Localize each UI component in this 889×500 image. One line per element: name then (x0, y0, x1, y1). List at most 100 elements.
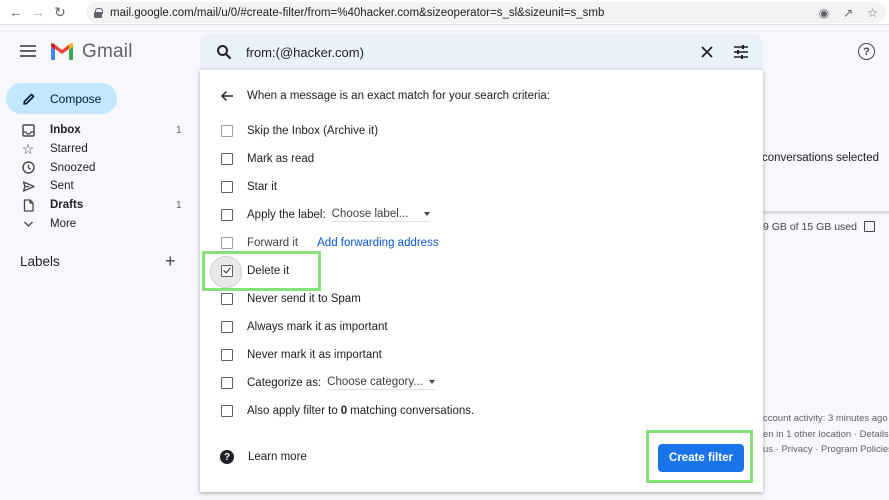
address-bar[interactable]: mail.google.com/mail/u/0/#create-filter/… (86, 2, 886, 23)
create-filter-panel: When a message is an exact match for you… (200, 70, 763, 492)
external-link-icon[interactable] (864, 221, 875, 232)
draft-icon (21, 198, 35, 212)
checkbox[interactable] (221, 321, 233, 333)
option-forward[interactable]: Forward it Add forwarding address (221, 234, 439, 252)
reload-icon[interactable]: ↻ (49, 1, 71, 23)
gmail-logo-icon (51, 43, 73, 60)
bookmark-star-icon[interactable]: ☆ (867, 6, 878, 20)
option-label: Forward it (247, 237, 299, 249)
option-label: Categorize as: (247, 377, 322, 389)
select-value: Choose label... (331, 208, 409, 220)
option-label: Always mark it as important (247, 321, 388, 333)
storage-bar (763, 211, 889, 214)
checkbox[interactable] (221, 181, 233, 193)
app-name: Gmail (82, 41, 133, 62)
help-circle-icon: ? (220, 450, 234, 464)
option-label-prefix: Also apply filter to (247, 405, 338, 417)
clock-icon (21, 161, 35, 175)
sidebar-item-drafts[interactable]: Drafts 1 (0, 196, 195, 215)
option-label: Skip the Inbox (Archive it) (247, 125, 379, 137)
help-icon[interactable]: ? (858, 43, 875, 60)
option-label-suffix: matching conversations. (350, 405, 475, 417)
category-select[interactable]: Choose category... (327, 376, 435, 390)
option-apply-existing[interactable]: Also apply filter to 0 matching conversa… (221, 402, 474, 420)
extension-icon[interactable]: ◉ (819, 6, 829, 20)
sidebar-item-label: Starred (50, 143, 88, 156)
unread-count: 1 (176, 124, 182, 136)
sidebar-item-label: Snoozed (50, 161, 96, 174)
send-icon (21, 179, 35, 193)
dropdown-caret-icon (424, 212, 431, 216)
learn-more-label: Learn more (248, 451, 307, 463)
option-categorize[interactable]: Categorize as: Choose category... (221, 374, 435, 392)
checkbox[interactable] (221, 405, 233, 417)
learn-more-link[interactable]: ? Learn more (220, 450, 307, 464)
dropdown-caret-icon (428, 380, 435, 384)
option-never-spam[interactable]: Never send it to Spam (221, 290, 361, 308)
activity-location[interactable]: en in 1 other location · Details (763, 429, 889, 440)
footer-links[interactable]: us · Privacy · Program Policies (763, 444, 889, 455)
add-forwarding-address-link[interactable]: Add forwarding address (317, 237, 438, 249)
selection-status: conversations selected (762, 152, 879, 164)
sidebar-item-label: Inbox (50, 124, 81, 137)
browser-toolbar: ← → ↻ mail.google.com/mail/u/0/#create-f… (0, 0, 889, 25)
sidebar-item-starred[interactable]: ☆ Starred (0, 140, 195, 159)
add-label-button[interactable]: + (165, 252, 176, 270)
option-mark-read[interactable]: Mark as read (221, 150, 314, 168)
checkbox[interactable] (221, 293, 233, 305)
option-skip-inbox[interactable]: Skip the Inbox (Archive it) (221, 122, 378, 140)
search-options-icon[interactable] (732, 43, 750, 61)
forward-icon[interactable]: → (27, 1, 49, 23)
panel-heading: When a message is an exact match for you… (247, 90, 550, 102)
sidebar-item-label: Sent (50, 180, 74, 193)
option-delete-it[interactable]: Delete it (221, 262, 289, 280)
checkbox[interactable] (221, 237, 233, 249)
checkbox[interactable] (221, 349, 233, 361)
chevron-down-icon (21, 217, 35, 231)
option-label: Delete it (247, 265, 290, 277)
checkbox[interactable] (221, 209, 233, 221)
close-icon[interactable] (698, 43, 716, 61)
checkbox-checked[interactable] (221, 265, 233, 277)
back-arrow-icon[interactable] (220, 89, 234, 103)
checkbox[interactable] (221, 153, 233, 165)
compose-label: Compose (50, 91, 102, 106)
option-star-it[interactable]: Star it (221, 178, 277, 196)
sidebar-item-more[interactable]: More (0, 214, 195, 233)
labels-heading: Labels (20, 254, 60, 269)
checkbox[interactable] (221, 377, 233, 389)
label-select[interactable]: Choose label... (331, 208, 431, 222)
search-bar[interactable]: from:(@hacker.com) (200, 34, 763, 70)
option-apply-label[interactable]: Apply the label: Choose label... (221, 206, 431, 224)
draft-count: 1 (176, 199, 182, 211)
option-label: Never send it to Spam (247, 293, 361, 305)
search-input[interactable]: from:(@hacker.com) (246, 45, 364, 60)
url-text: mail.google.com/mail/u/0/#create-filter/… (110, 6, 605, 19)
pencil-icon (23, 93, 35, 105)
lock-icon (94, 8, 103, 18)
sidebar-item-snoozed[interactable]: Snoozed (0, 158, 195, 177)
search-icon[interactable] (216, 44, 232, 60)
storage-usage: 9 GB of 15 GB used (763, 221, 857, 233)
sidebar-item-label: More (50, 217, 77, 230)
create-filter-button[interactable]: Create filter (658, 444, 744, 472)
sidebar-item-label: Drafts (50, 199, 84, 212)
option-label: Never mark it as important (247, 349, 382, 361)
panel-header: When a message is an exact match for you… (220, 89, 550, 103)
account-activity: ccount activity: 3 minutes ago (763, 413, 888, 424)
sidebar-item-sent[interactable]: Sent (0, 177, 195, 196)
main-menu-icon[interactable] (20, 45, 36, 57)
compose-button[interactable]: Compose (6, 83, 117, 114)
matching-count: 0 (340, 405, 348, 417)
share-icon[interactable]: ↗ (843, 6, 853, 20)
option-never-important[interactable]: Never mark it as important (221, 346, 382, 364)
star-icon: ☆ (21, 140, 35, 157)
option-always-important[interactable]: Always mark it as important (221, 318, 388, 336)
checkbox[interactable] (221, 125, 233, 137)
sidebar-nav: Inbox 1 ☆ Starred Snoozed Sent Drafts 1 … (0, 121, 195, 233)
sidebar-item-inbox[interactable]: Inbox 1 (0, 121, 195, 140)
back-icon[interactable]: ← (5, 1, 27, 23)
select-value: Choose category... (327, 376, 423, 388)
option-label: Apply the label: (247, 209, 326, 221)
option-label: Mark as read (247, 153, 315, 165)
